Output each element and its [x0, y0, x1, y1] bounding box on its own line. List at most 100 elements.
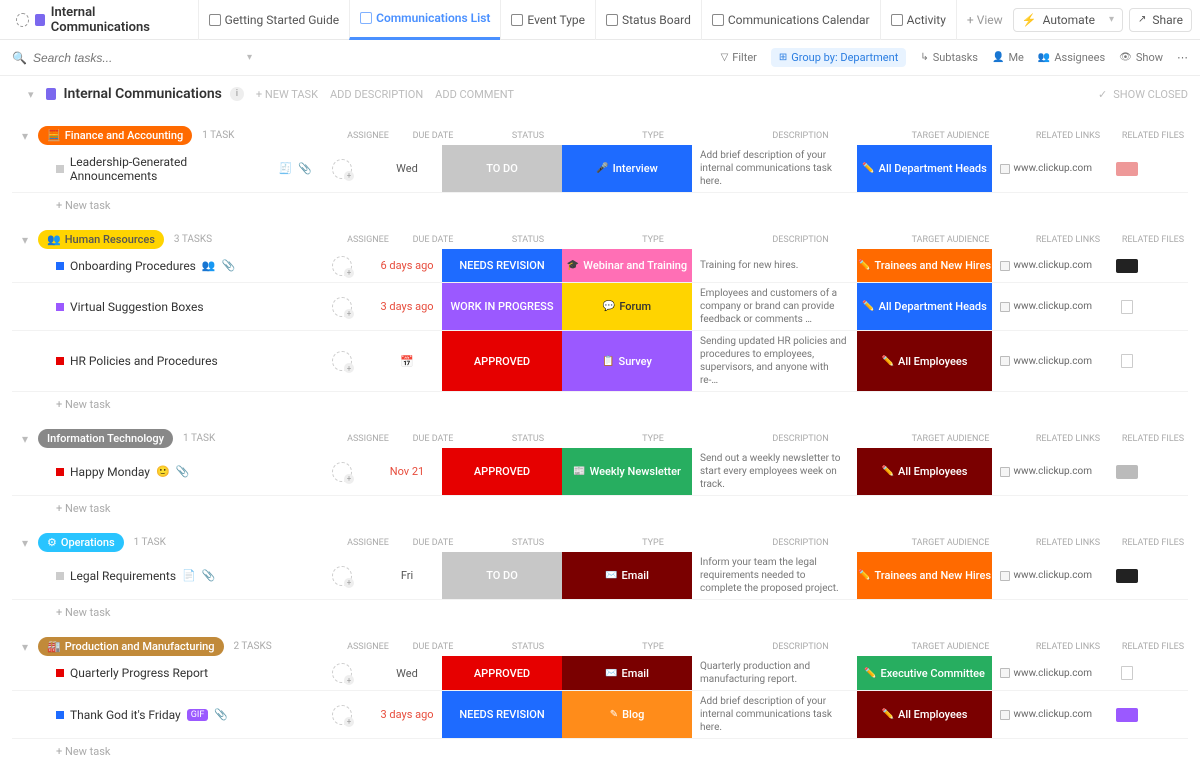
add-comment-button[interactable]: ADD COMMENT: [435, 88, 514, 101]
link-cell[interactable]: www.clickup.com: [992, 145, 1092, 192]
due-date[interactable]: Fri: [372, 552, 442, 599]
search-box[interactable]: 🔍 ▾: [12, 51, 709, 65]
file-thumb[interactable]: [1116, 259, 1138, 273]
link-cell[interactable]: www.clickup.com: [992, 691, 1092, 738]
share-button[interactable]: ↗ Share: [1129, 8, 1192, 32]
task-row[interactable]: Happy Monday🙂📎Nov 21APPROVED📰Weekly News…: [12, 448, 1188, 496]
description-cell[interactable]: Inform your team the legal requirements …: [692, 552, 857, 599]
chevron-down-icon[interactable]: ▾: [247, 52, 252, 63]
assignee-add[interactable]: [332, 351, 352, 371]
audience-cell[interactable]: ✏️Executive Committee: [857, 656, 992, 690]
group-pill[interactable]: 🏭Production and Manufacturing: [38, 637, 224, 656]
task-row[interactable]: Leadership-Generated Announcements🧾📎WedT…: [12, 145, 1188, 193]
type-cell[interactable]: ✉️Email: [562, 552, 692, 599]
due-date[interactable]: 📅: [372, 331, 442, 391]
audience-cell[interactable]: ✏️All Department Heads: [857, 283, 992, 330]
audience-cell[interactable]: ✏️All Employees: [857, 691, 992, 738]
task-row[interactable]: Thank God it's FridayGIF📎3 days agoNEEDS…: [12, 691, 1188, 739]
collapse-icon[interactable]: ▾: [22, 233, 38, 247]
due-date[interactable]: Wed: [372, 656, 442, 690]
type-cell[interactable]: 💬Forum: [562, 283, 692, 330]
search-input[interactable]: [33, 51, 233, 65]
audience-cell[interactable]: ✏️All Department Heads: [857, 145, 992, 192]
link-cell[interactable]: www.clickup.com: [992, 656, 1092, 690]
description-cell[interactable]: Sending updated HR policies and procedur…: [692, 331, 857, 391]
new-task-button[interactable]: + NEW TASK: [256, 88, 318, 101]
group-pill[interactable]: 🧮Finance and Accounting: [38, 126, 192, 145]
tab-status-board[interactable]: Status Board: [595, 0, 701, 40]
description-cell[interactable]: Training for new hires.: [692, 249, 857, 282]
type-cell[interactable]: 🎤Interview: [562, 145, 692, 192]
task-name[interactable]: Quarterly Progress Report: [70, 666, 208, 680]
new-task-button[interactable]: + New task: [12, 739, 1188, 762]
show-button[interactable]: 👁Show: [1119, 51, 1163, 64]
type-cell[interactable]: 📰Weekly Newsletter: [562, 448, 692, 495]
file-cell[interactable]: [1092, 145, 1162, 192]
file-cell[interactable]: [1092, 331, 1162, 391]
file-cell[interactable]: [1092, 656, 1162, 690]
file-cell[interactable]: [1092, 283, 1162, 330]
more-button[interactable]: ⋯: [1177, 51, 1188, 64]
task-row[interactable]: Legal Requirements📄📎FriTO DO✉️EmailInfor…: [12, 552, 1188, 600]
file-doc-icon[interactable]: [1121, 300, 1133, 314]
link-cell[interactable]: www.clickup.com: [992, 552, 1092, 599]
me-button[interactable]: 👤Me: [992, 51, 1024, 64]
add-description-button[interactable]: ADD DESCRIPTION: [330, 88, 423, 101]
due-date[interactable]: Wed: [372, 145, 442, 192]
collapse-icon[interactable]: ▾: [22, 536, 38, 550]
assignee-add[interactable]: [332, 663, 352, 683]
workspace-title[interactable]: Internal Communications: [8, 5, 198, 35]
status-cell[interactable]: NEEDS REVISION: [442, 249, 562, 282]
file-doc-icon[interactable]: [1121, 354, 1133, 368]
file-cell[interactable]: [1092, 691, 1162, 738]
assignee-add[interactable]: [332, 297, 352, 317]
task-name[interactable]: Virtual Suggestion Boxes: [70, 300, 204, 314]
type-cell[interactable]: ✉️Email: [562, 656, 692, 690]
assignee-add[interactable]: [332, 705, 352, 725]
status-cell[interactable]: APPROVED: [442, 331, 562, 391]
automate-button[interactable]: ⚡ Automate ▾: [1013, 8, 1123, 32]
assignee-add[interactable]: [332, 566, 352, 586]
task-name[interactable]: Thank God it's Friday: [70, 708, 181, 722]
assignee-add[interactable]: [332, 256, 352, 276]
task-name[interactable]: Happy Monday: [70, 465, 150, 479]
status-cell[interactable]: APPROVED: [442, 656, 562, 690]
file-cell[interactable]: [1092, 448, 1162, 495]
task-name[interactable]: HR Policies and Procedures: [70, 354, 218, 368]
status-cell[interactable]: TO DO: [442, 552, 562, 599]
new-task-button[interactable]: + New task: [12, 496, 1188, 519]
status-cell[interactable]: WORK IN PROGRESS: [442, 283, 562, 330]
due-date[interactable]: 6 days ago: [372, 249, 442, 282]
description-cell[interactable]: Add brief description of your internal c…: [692, 691, 857, 738]
tab-activity[interactable]: Activity: [880, 0, 956, 40]
tab-event-type[interactable]: Event Type: [500, 0, 595, 40]
new-task-button[interactable]: + New task: [12, 600, 1188, 623]
collapse-icon[interactable]: ▾: [22, 432, 38, 446]
task-row[interactable]: Quarterly Progress Report WedAPPROVED✉️Em…: [12, 656, 1188, 691]
assignee-add[interactable]: [332, 462, 352, 482]
audience-cell[interactable]: ✏️Trainees and New Hires: [857, 249, 992, 282]
file-thumb[interactable]: [1116, 162, 1138, 176]
description-cell[interactable]: Quarterly production and manufacturing r…: [692, 656, 857, 690]
type-cell[interactable]: 🎓Webinar and Training: [562, 249, 692, 282]
file-cell[interactable]: [1092, 552, 1162, 599]
assignee-add[interactable]: [332, 159, 352, 179]
group-pill[interactable]: ⚙Operations: [38, 533, 124, 552]
info-icon[interactable]: i: [230, 87, 244, 101]
group-pill[interactable]: Information Technology: [38, 429, 173, 448]
tab-communications-calendar[interactable]: Communications Calendar: [701, 0, 880, 40]
file-thumb[interactable]: [1116, 465, 1138, 479]
link-cell[interactable]: www.clickup.com: [992, 249, 1092, 282]
filter-button[interactable]: ▽Filter: [721, 51, 757, 64]
link-cell[interactable]: www.clickup.com: [992, 331, 1092, 391]
task-name[interactable]: Leadership-Generated Announcements: [70, 155, 273, 183]
tab-communications-list[interactable]: Communications List: [349, 0, 500, 40]
due-date[interactable]: 3 days ago: [372, 691, 442, 738]
show-closed-button[interactable]: SHOW CLOSED: [1113, 88, 1188, 101]
description-cell[interactable]: Add brief description of your internal c…: [692, 145, 857, 192]
subtasks-button[interactable]: ↳Subtasks: [920, 51, 978, 64]
type-cell[interactable]: ✎Blog: [562, 691, 692, 738]
file-cell[interactable]: [1092, 249, 1162, 282]
list-title[interactable]: Internal Communications i: [46, 86, 244, 102]
tab-getting-started-guide[interactable]: Getting Started Guide: [198, 0, 349, 40]
